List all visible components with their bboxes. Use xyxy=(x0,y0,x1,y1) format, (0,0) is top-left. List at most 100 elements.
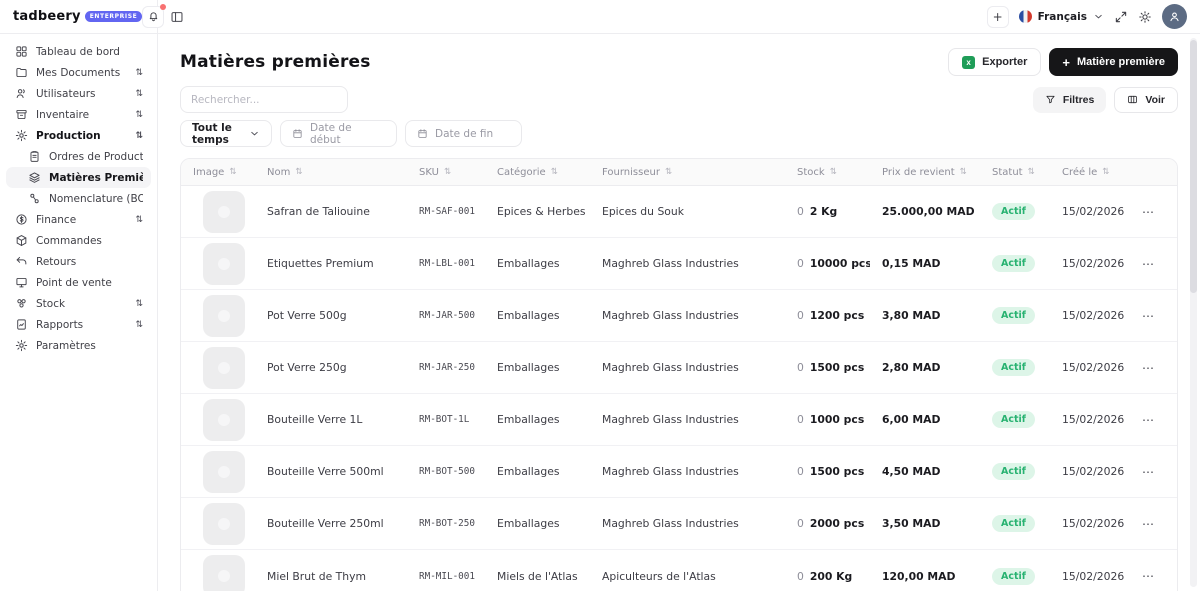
product-image-placeholder xyxy=(203,346,245,389)
cell-fournisseur: Maghreb Glass Industries xyxy=(602,413,739,426)
sidebar-item-mes-documents[interactable]: Mes Documents ⇅ xyxy=(6,62,151,83)
sidebar-item-finance[interactable]: Finance ⇅ xyxy=(6,209,151,230)
table-row[interactable]: Miel Brut de Thym RM-MIL-001 Miels de l'… xyxy=(181,550,1177,591)
time-range-value: Tout le temps xyxy=(192,121,232,146)
sidebar-item-label: Tableau de bord xyxy=(36,45,120,58)
row-actions-button[interactable]: ⋯ xyxy=(1142,309,1155,323)
cell-cree-le: 15/02/2026 xyxy=(1062,569,1125,583)
col-fournisseur[interactable]: Fournisseur ⇅ xyxy=(590,167,785,178)
table-row[interactable]: Pot Verre 250g RM-JAR-250 Emballages Mag… xyxy=(181,342,1177,394)
scrollbar-thumb[interactable] xyxy=(1190,40,1197,293)
sidebar-item-label: Ordres de Production xyxy=(49,150,143,163)
plus-icon: + xyxy=(1062,54,1070,70)
row-actions-button[interactable]: ⋯ xyxy=(1142,205,1155,219)
table-row[interactable]: Bouteille Verre 1L RM-BOT-1L Emballages … xyxy=(181,394,1177,446)
sidebar-item-point-de-vente[interactable]: Point de vente xyxy=(6,272,151,293)
row-actions-button[interactable]: ⋯ xyxy=(1142,569,1155,583)
table-row[interactable]: Etiquettes Premium RM-LBL-001 Emballages… xyxy=(181,238,1177,290)
col-sku[interactable]: SKU ⇅ xyxy=(407,167,485,178)
col-prix-de-revient[interactable]: Prix de revient ⇅ xyxy=(870,167,980,178)
sidebar-item-commandes[interactable]: Commandes xyxy=(6,230,151,251)
row-actions-button[interactable]: ⋯ xyxy=(1142,257,1155,271)
sidebar-item-parametres[interactable]: Paramètres xyxy=(6,335,151,356)
col-statut[interactable]: Statut ⇅ xyxy=(980,167,1050,178)
sidebar-item-retours[interactable]: Retours xyxy=(6,251,151,272)
sidebar-item-ordres-de-production[interactable]: Ordres de Production xyxy=(6,146,151,167)
scrollbar[interactable] xyxy=(1190,38,1197,587)
export-button[interactable]: x Exporter xyxy=(948,48,1042,76)
cell-prix: 25.000,00 MAD xyxy=(882,205,975,218)
sidebar-item-label: Matières Premières xyxy=(49,171,143,184)
row-actions-button[interactable]: ⋯ xyxy=(1142,465,1155,479)
table-row[interactable]: Bouteille Verre 250ml RM-BOT-250 Emballa… xyxy=(181,498,1177,550)
sidebar-item-rapports[interactable]: Rapports ⇅ xyxy=(6,314,151,335)
cell-nom: Miel Brut de Thym xyxy=(267,569,367,583)
users-icon xyxy=(14,87,28,100)
theme-toggle-button[interactable] xyxy=(1138,10,1152,24)
sidebar-item-tableau-de-bord[interactable]: Tableau de bord xyxy=(6,41,151,62)
date-end-placeholder: Date de fin xyxy=(435,127,494,140)
filters-button[interactable]: Filtres xyxy=(1032,86,1107,113)
image-placeholder-icon xyxy=(218,257,230,270)
cell-categorie: Emballages xyxy=(497,257,560,270)
plan-badge: ENTERPRISE xyxy=(84,11,143,22)
sidebar-item-utilisateurs[interactable]: Utilisateurs ⇅ xyxy=(6,83,151,104)
plus-icon: + xyxy=(992,9,1003,24)
view-columns-button[interactable]: Voir xyxy=(1114,86,1178,113)
sort-icon: ⇅ xyxy=(229,167,237,177)
col-stock[interactable]: Stock ⇅ xyxy=(785,167,870,178)
app-logo: tadbeery xyxy=(13,9,81,24)
row-actions-button[interactable]: ⋯ xyxy=(1142,517,1155,531)
table-row[interactable]: Safran de Taliouine RM-SAF-001 Epices & … xyxy=(181,186,1177,238)
add-material-button[interactable]: + Matière première xyxy=(1049,48,1178,76)
search-input[interactable] xyxy=(180,86,348,113)
fullscreen-button[interactable] xyxy=(1114,10,1128,24)
cell-nom: Pot Verre 250g xyxy=(267,361,347,374)
quick-add-button[interactable]: + xyxy=(986,5,1009,28)
cell-stock: 0 2000 pcs xyxy=(797,517,865,530)
cell-fournisseur: Epices du Souk xyxy=(602,205,684,218)
table-row[interactable]: Bouteille Verre 500ml RM-BOT-500 Emballa… xyxy=(181,446,1177,498)
language-label: Français xyxy=(1037,10,1087,23)
sidebar-item-nomenclature-bom[interactable]: Nomenclature (BOM) xyxy=(6,188,151,209)
reorder-icon: ⇅ xyxy=(135,130,143,141)
col-cree-le[interactable]: Créé le ⇅ xyxy=(1050,167,1130,178)
user-avatar[interactable] xyxy=(1162,4,1187,29)
topbar: tadbeery ENTERPRISE + Français xyxy=(0,0,1200,34)
col-categorie[interactable]: Catégorie ⇅ xyxy=(485,167,590,178)
image-placeholder-icon xyxy=(218,517,230,530)
sort-icon: ⇅ xyxy=(1102,167,1110,177)
cell-stock: 0 1200 pcs xyxy=(797,309,865,322)
table-row[interactable]: Pot Verre 500g RM-JAR-500 Emballages Mag… xyxy=(181,290,1177,342)
sort-icon: ⇅ xyxy=(829,167,837,177)
date-end-picker[interactable]: Date de fin xyxy=(405,120,522,147)
time-range-select[interactable]: Tout le temps xyxy=(180,120,272,147)
col-image[interactable]: Image ⇅ xyxy=(181,167,255,178)
status-badge: Actif xyxy=(992,411,1035,428)
sidebar-item-matieres-premieres[interactable]: Matières Premières xyxy=(6,167,151,188)
dollar-circle-icon xyxy=(14,213,28,226)
layers-icon xyxy=(27,171,41,184)
cell-prix: 3,50 MAD xyxy=(882,517,941,530)
sidebar-item-stock[interactable]: Stock ⇅ xyxy=(6,293,151,314)
sidebar-toggle-button[interactable] xyxy=(170,10,184,24)
status-badge: Actif xyxy=(992,515,1035,532)
date-start-picker[interactable]: Date de début xyxy=(280,120,397,147)
boxes-icon xyxy=(14,297,28,310)
row-actions-button[interactable]: ⋯ xyxy=(1142,413,1155,427)
settings-gear-icon xyxy=(14,339,28,352)
row-actions-button[interactable]: ⋯ xyxy=(1142,361,1155,375)
cell-cree-le: 15/02/2026 xyxy=(1062,517,1125,530)
language-selector[interactable]: Français xyxy=(1018,10,1104,23)
sort-icon: ⇅ xyxy=(443,167,452,177)
chevron-down-icon xyxy=(249,128,260,139)
cell-categorie: Emballages xyxy=(497,517,560,530)
notifications-button[interactable] xyxy=(142,3,167,28)
sidebar-item-production[interactable]: Production ⇅ xyxy=(6,125,151,146)
cell-fournisseur: Maghreb Glass Industries xyxy=(602,257,739,270)
cell-sku: RM-BOT-250 xyxy=(419,518,475,529)
col-nom[interactable]: Nom ⇅ xyxy=(255,167,407,178)
sidebar-item-inventaire[interactable]: Inventaire ⇅ xyxy=(6,104,151,125)
sidebar-item-label: Retours xyxy=(36,255,77,268)
cell-prix: 0,15 MAD xyxy=(882,257,941,270)
